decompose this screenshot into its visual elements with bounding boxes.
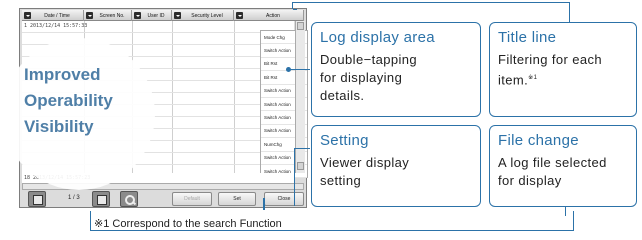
close-button[interactable]: Close <box>264 192 304 206</box>
callout-title: Log display area <box>320 29 435 46</box>
connector-line <box>294 148 310 149</box>
default-button[interactable]: Default <box>172 192 212 206</box>
callout-title: File change <box>498 132 579 149</box>
callout-title-line: Title line Filtering for each item.※1 <box>489 22 637 117</box>
connector-line <box>290 69 310 70</box>
connector-line <box>294 148 295 192</box>
callout-file-change: File change A log file selected for disp… <box>489 125 637 207</box>
connector-line <box>294 192 295 206</box>
filter-dropdown-icon[interactable] <box>236 12 243 19</box>
filter-dropdown-icon[interactable] <box>24 12 31 19</box>
callout-setting: Setting Viewer display setting <box>311 125 481 207</box>
filter-dropdown-icon[interactable] <box>174 12 181 19</box>
connector-line <box>293 9 297 10</box>
zoom-button[interactable] <box>120 191 138 207</box>
connector-line <box>292 2 293 9</box>
scroll-down-icon[interactable] <box>297 162 304 170</box>
callout-title: Title line <box>498 29 557 46</box>
filter-dropdown-icon[interactable] <box>86 12 93 19</box>
column-header-screen-no[interactable]: Screen No. <box>84 10 132 21</box>
scroll-up-icon[interactable] <box>297 22 304 30</box>
set-button[interactable]: Set <box>218 192 256 206</box>
column-header-date-time[interactable]: Date / Time <box>22 10 84 21</box>
footnote: ※1 Correspond to the search Function <box>94 218 282 230</box>
callout-log-display-area: Log display area Double−tapping for disp… <box>311 22 481 117</box>
title-line-header: Date / Time Screen No. User ID Security … <box>22 10 304 21</box>
next-file-button[interactable] <box>92 191 110 207</box>
connector-line <box>263 198 265 210</box>
vertical-scrollbar[interactable] <box>295 21 305 173</box>
column-header-action[interactable]: Action <box>234 10 304 21</box>
callout-title: Setting <box>320 132 369 149</box>
improvement-badge-text: Improved Operability Visibility <box>24 65 113 136</box>
connector-line <box>292 2 570 3</box>
table-row[interactable]: 1 2013/12/14 15:57:33 <box>22 21 294 33</box>
column-header-user-id[interactable]: User ID <box>132 10 172 21</box>
previous-file-button[interactable] <box>28 191 46 207</box>
filter-dropdown-icon[interactable] <box>134 12 141 19</box>
page-indicator: 1 / 3 <box>68 195 80 201</box>
column-header-security-level[interactable]: Security Level <box>172 10 234 21</box>
connector-line <box>569 2 570 24</box>
